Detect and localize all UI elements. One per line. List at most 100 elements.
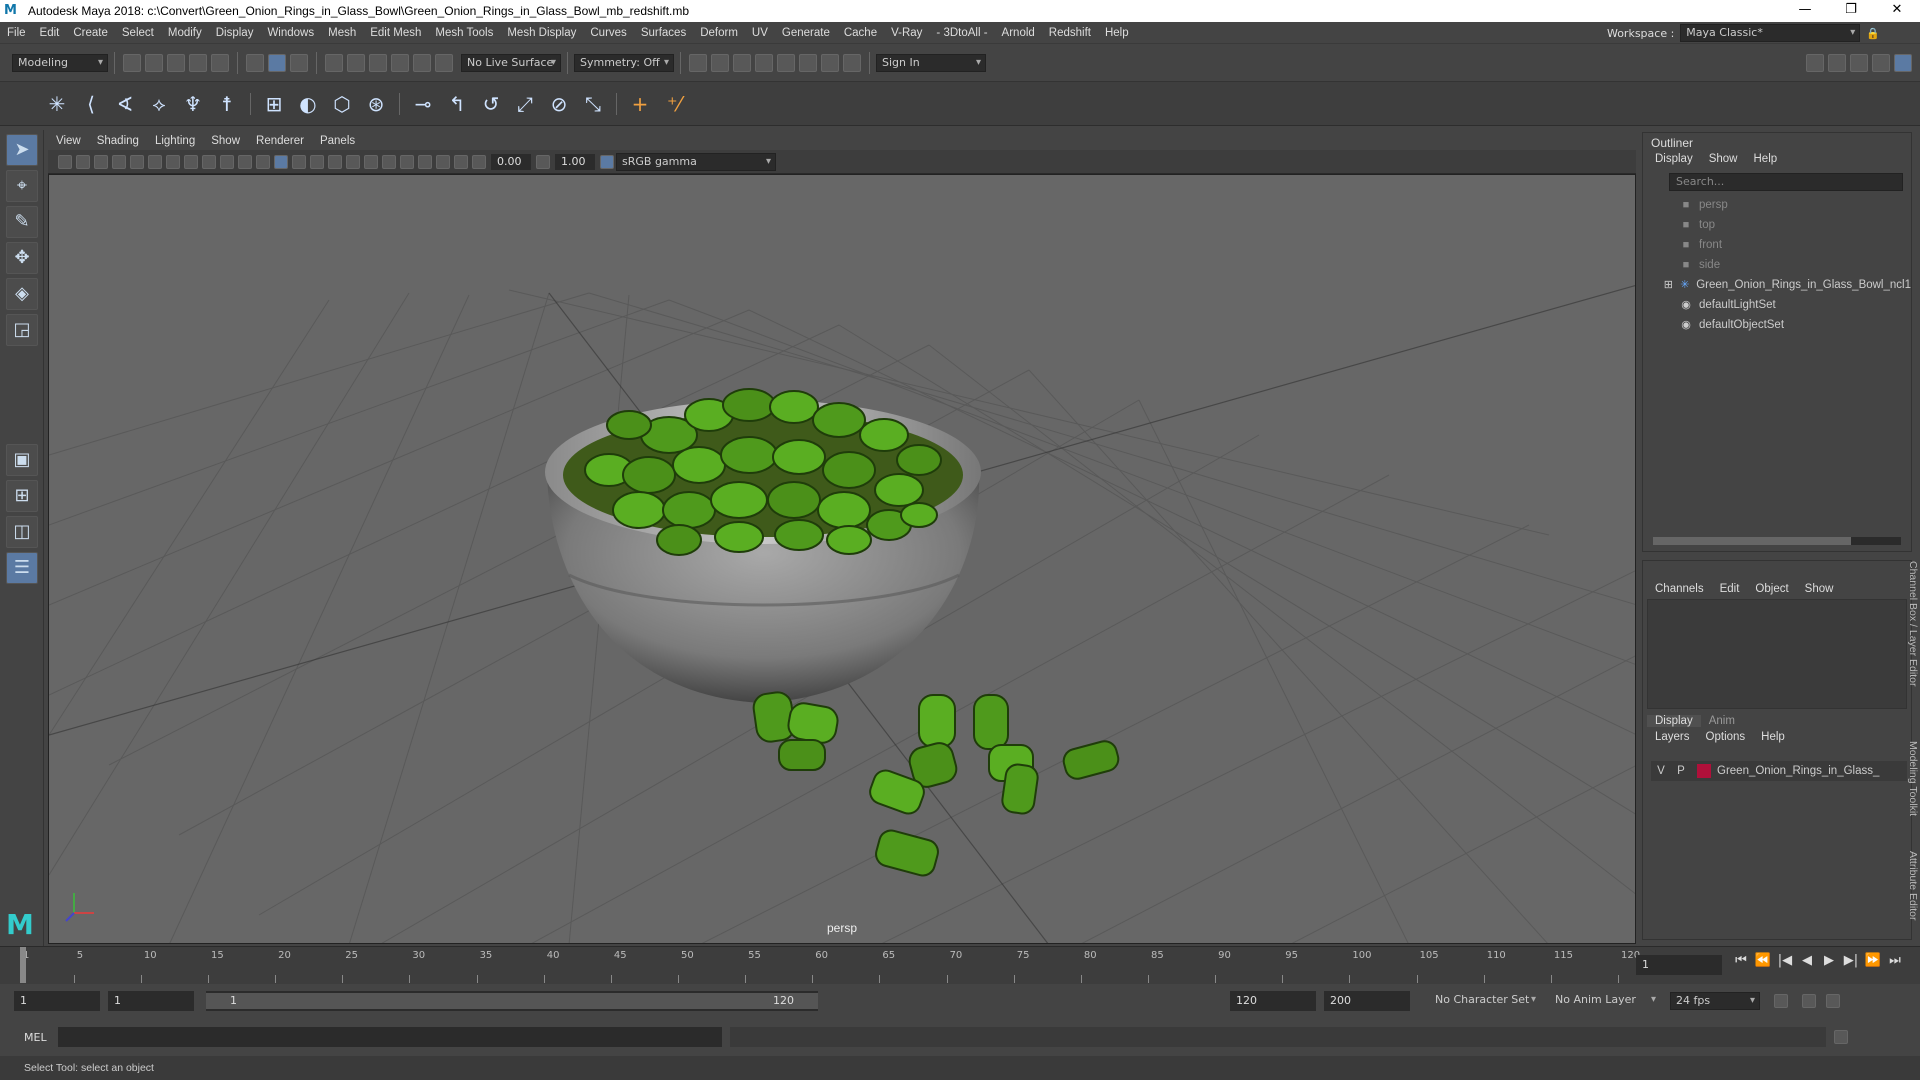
layout-four-icon[interactable]: ⊞ — [6, 480, 38, 512]
camera-select-icon[interactable] — [58, 154, 72, 169]
outliner-search-input[interactable]: Search... — [1669, 173, 1903, 191]
layers-options-menu[interactable]: Options — [1698, 731, 1754, 743]
textured-icon[interactable] — [310, 154, 324, 169]
animation-end-field[interactable]: 120 — [1230, 991, 1316, 1011]
vp-menu-lighting[interactable]: Lighting — [147, 135, 203, 147]
command-language-label[interactable]: MEL — [24, 1031, 54, 1044]
layout-two-icon[interactable]: ◫ — [6, 516, 38, 548]
shelf-constraint-scale-icon[interactable]: ⤢ — [511, 90, 539, 118]
layer-tab-anim[interactable]: Anim — [1701, 715, 1743, 727]
snap-grid-icon[interactable] — [325, 53, 343, 72]
step-forward-frame-icon[interactable]: ▶| — [1840, 953, 1862, 968]
channels-edit-menu[interactable]: Edit — [1712, 583, 1748, 595]
layers-menu[interactable]: Layers — [1647, 731, 1698, 743]
exposure-field[interactable]: 0.00 — [491, 153, 531, 170]
menu-mesh-tools[interactable]: Mesh Tools — [428, 27, 500, 39]
field-chart-icon[interactable] — [202, 154, 216, 169]
menu-file[interactable]: File — [0, 27, 33, 39]
select-hierarchy-icon[interactable] — [246, 53, 264, 72]
close-button[interactable]: ✕ — [1874, 0, 1920, 22]
end-time-field[interactable]: 200 — [1324, 991, 1410, 1011]
gate-mask-icon[interactable] — [184, 154, 198, 169]
snap-surface-icon[interactable] — [413, 53, 431, 72]
menu-select[interactable]: Select — [115, 27, 161, 39]
xray-icon[interactable] — [436, 154, 450, 169]
hypershade-icon[interactable] — [777, 53, 795, 72]
scale-tool-icon[interactable]: ◲ — [6, 314, 38, 346]
command-input[interactable] — [58, 1027, 722, 1047]
shelf-skeleton-icon[interactable]: ☨ — [213, 90, 241, 118]
shadows-icon[interactable] — [346, 154, 360, 169]
xray-joints-icon[interactable] — [454, 154, 468, 169]
vp-menu-view[interactable]: View — [48, 135, 89, 147]
resolution-gate-icon[interactable] — [166, 154, 180, 169]
menu-windows[interactable]: Windows — [260, 27, 321, 39]
time-ruler[interactable]: 1 5 10 15 20 25 30 35 40 45 50 55 60 65 70 75 80 85 90 95 10… — [20, 947, 1640, 983]
snap-point-icon[interactable] — [369, 53, 387, 72]
script-editor-icon[interactable] — [1834, 1030, 1848, 1044]
sign-in-button[interactable]: Sign In — [876, 53, 986, 72]
menu-arnold[interactable]: Arnold — [995, 27, 1042, 39]
menu-edit-mesh[interactable]: Edit Mesh — [363, 27, 428, 39]
ipr-render-icon[interactable] — [733, 53, 751, 72]
menu-cache[interactable]: Cache — [837, 27, 884, 39]
shelf-constraint-point-icon[interactable]: ⊸ — [409, 90, 437, 118]
new-scene-icon[interactable] — [123, 53, 141, 72]
character-controls-icon[interactable] — [1828, 53, 1846, 72]
time-slider[interactable]: 1 5 10 15 20 25 30 35 40 45 50 55 60 65 70 75 80 85 90 95 10… — [0, 946, 1920, 984]
step-forward-key-icon[interactable]: ⏩ — [1862, 953, 1884, 968]
motion-blur-icon[interactable] — [382, 154, 396, 169]
go-to-end-icon[interactable]: ⏭ — [1884, 953, 1906, 968]
ambient-occlusion-icon[interactable] — [364, 154, 378, 169]
shelf-joint-icon[interactable]: ⟨ — [77, 90, 105, 118]
channels-object-menu[interactable]: Object — [1747, 583, 1796, 595]
layer-tab-display[interactable]: Display — [1647, 715, 1701, 727]
smooth-shade-icon[interactable] — [274, 154, 288, 169]
safe-action-icon[interactable] — [220, 154, 234, 169]
isolate-select-icon[interactable] — [418, 154, 432, 169]
current-frame-field[interactable]: 1 — [1636, 955, 1722, 975]
gamma-icon[interactable] — [536, 154, 550, 169]
menu-help[interactable]: Help — [1098, 27, 1136, 39]
range-slider[interactable]: 1 120 — [206, 991, 818, 1011]
layer-visibility-toggle[interactable]: V — [1651, 765, 1671, 777]
layer-playback-toggle[interactable]: P — [1671, 765, 1691, 777]
use-lights-icon[interactable] — [328, 154, 342, 169]
image-plane-icon[interactable] — [112, 154, 126, 169]
play-forward-icon[interactable]: ▶ — [1818, 953, 1840, 968]
attribute-editor-icon[interactable] — [1850, 53, 1868, 72]
color-management-icon[interactable] — [600, 154, 614, 169]
loop-icon[interactable] — [1774, 994, 1788, 1008]
display-layer-row[interactable]: V P Green_Onion_Rings_in_Glass_ — [1651, 761, 1907, 781]
shelf-humanik-icon[interactable]: ♆ — [179, 90, 207, 118]
wireframe-icon[interactable] — [256, 154, 270, 169]
redo-icon[interactable] — [211, 53, 229, 72]
grid-toggle-icon[interactable] — [130, 154, 144, 169]
play-backward-icon[interactable]: ◀ — [1796, 953, 1818, 968]
outliner-item-defaultlightset[interactable]: ◉ defaultLightSet — [1643, 295, 1911, 315]
shelf-constraint-orient-icon[interactable]: ↺ — [477, 90, 505, 118]
move-tool-icon[interactable]: ✥ — [6, 242, 38, 274]
shelf-constraint-parent-icon[interactable]: ⊘ — [545, 90, 573, 118]
shelf-constraint-pole-icon[interactable]: ⤡ — [579, 90, 607, 118]
layout-outliner-icon[interactable]: ☰ — [6, 552, 38, 584]
live-surface-field[interactable]: No Live Surface — [461, 53, 561, 72]
preferences-icon[interactable] — [1826, 994, 1840, 1008]
shelf-constraint-aim-icon[interactable]: ↰ — [443, 90, 471, 118]
menu-deform[interactable]: Deform — [693, 27, 745, 39]
character-set-dropdown[interactable]: No Character Set — [1430, 992, 1540, 1010]
select-object-icon[interactable] — [268, 53, 286, 72]
outliner-menu-display[interactable]: Display — [1647, 153, 1701, 165]
snap-curve-icon[interactable] — [347, 53, 365, 72]
expand-icon[interactable]: ⊞ — [1663, 279, 1674, 291]
redshift-render-icon[interactable] — [799, 53, 817, 72]
default-lighting-icon[interactable] — [292, 154, 306, 169]
menu-mesh[interactable]: Mesh — [321, 27, 363, 39]
channel-box-area[interactable] — [1647, 599, 1907, 709]
outliner-item-group[interactable]: ⊞ ✳ Green_Onion_Rings_in_Glass_Bowl_ncl1 — [1643, 275, 1911, 295]
paint-select-tool-icon[interactable]: ✎ — [6, 206, 38, 238]
anim-layer-dropdown[interactable]: No Anim Layer — [1550, 992, 1660, 1010]
menu-modify[interactable]: Modify — [161, 27, 209, 39]
auto-key-icon[interactable] — [1802, 994, 1816, 1008]
current-time-indicator[interactable] — [20, 947, 26, 983]
